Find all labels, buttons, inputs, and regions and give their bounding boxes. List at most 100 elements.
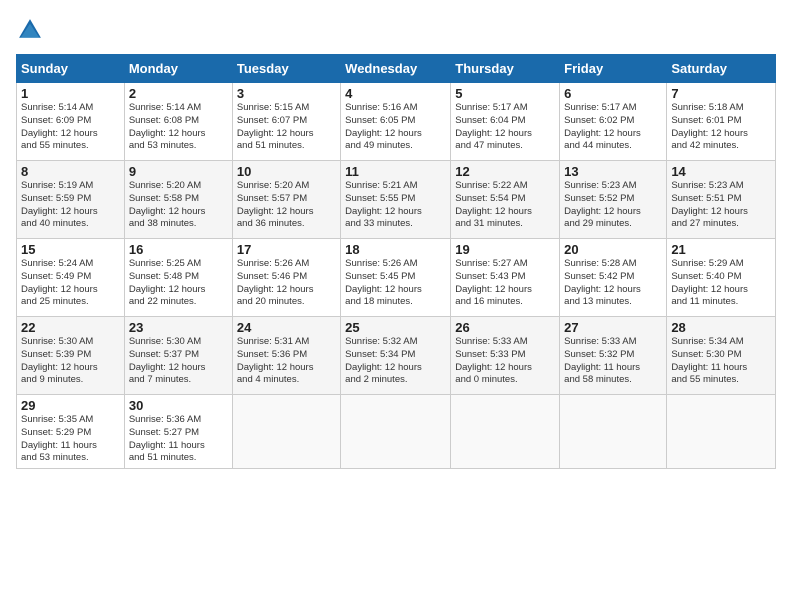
weekday-header-wednesday: Wednesday — [341, 55, 451, 83]
day-info: Sunrise: 5:28 AMSunset: 5:42 PMDaylight:… — [564, 258, 662, 309]
day-info: Sunrise: 5:23 AMSunset: 5:51 PMDaylight:… — [671, 180, 771, 231]
week-row-4: 22Sunrise: 5:30 AMSunset: 5:39 PMDayligh… — [17, 317, 776, 395]
week-row-2: 8Sunrise: 5:19 AMSunset: 5:59 PMDaylight… — [17, 161, 776, 239]
logo — [16, 16, 48, 44]
day-number: 3 — [237, 86, 336, 101]
day-number: 30 — [129, 398, 228, 413]
day-info: Sunrise: 5:31 AMSunset: 5:36 PMDaylight:… — [237, 336, 336, 387]
calendar-cell: 7Sunrise: 5:18 AMSunset: 6:01 PMDaylight… — [667, 83, 776, 161]
day-number: 17 — [237, 242, 336, 257]
day-number: 23 — [129, 320, 228, 335]
day-info: Sunrise: 5:35 AMSunset: 5:29 PMDaylight:… — [21, 414, 120, 465]
day-number: 12 — [455, 164, 555, 179]
calendar-cell: 16Sunrise: 5:25 AMSunset: 5:48 PMDayligh… — [124, 239, 232, 317]
day-number: 20 — [564, 242, 662, 257]
day-number: 7 — [671, 86, 771, 101]
weekday-header-saturday: Saturday — [667, 55, 776, 83]
day-info: Sunrise: 5:21 AMSunset: 5:55 PMDaylight:… — [345, 180, 446, 231]
main-container: SundayMondayTuesdayWednesdayThursdayFrid… — [0, 0, 792, 477]
day-number: 19 — [455, 242, 555, 257]
calendar-cell: 5Sunrise: 5:17 AMSunset: 6:04 PMDaylight… — [451, 83, 560, 161]
calendar-cell: 29Sunrise: 5:35 AMSunset: 5:29 PMDayligh… — [17, 395, 125, 469]
calendar-cell: 12Sunrise: 5:22 AMSunset: 5:54 PMDayligh… — [451, 161, 560, 239]
day-info: Sunrise: 5:32 AMSunset: 5:34 PMDaylight:… — [345, 336, 446, 387]
calendar-cell — [667, 395, 776, 469]
day-number: 26 — [455, 320, 555, 335]
day-number: 16 — [129, 242, 228, 257]
day-number: 4 — [345, 86, 446, 101]
day-info: Sunrise: 5:20 AMSunset: 5:57 PMDaylight:… — [237, 180, 336, 231]
day-number: 8 — [21, 164, 120, 179]
day-info: Sunrise: 5:30 AMSunset: 5:39 PMDaylight:… — [21, 336, 120, 387]
calendar-cell: 4Sunrise: 5:16 AMSunset: 6:05 PMDaylight… — [341, 83, 451, 161]
day-info: Sunrise: 5:14 AMSunset: 6:08 PMDaylight:… — [129, 102, 228, 153]
weekday-header-monday: Monday — [124, 55, 232, 83]
calendar-cell — [560, 395, 667, 469]
week-row-5: 29Sunrise: 5:35 AMSunset: 5:29 PMDayligh… — [17, 395, 776, 469]
calendar-cell: 21Sunrise: 5:29 AMSunset: 5:40 PMDayligh… — [667, 239, 776, 317]
day-number: 11 — [345, 164, 446, 179]
day-number: 28 — [671, 320, 771, 335]
calendar-cell — [451, 395, 560, 469]
weekday-header-friday: Friday — [560, 55, 667, 83]
day-number: 29 — [21, 398, 120, 413]
calendar-cell: 22Sunrise: 5:30 AMSunset: 5:39 PMDayligh… — [17, 317, 125, 395]
calendar-cell: 6Sunrise: 5:17 AMSunset: 6:02 PMDaylight… — [560, 83, 667, 161]
header-section — [16, 16, 776, 44]
day-info: Sunrise: 5:29 AMSunset: 5:40 PMDaylight:… — [671, 258, 771, 309]
day-info: Sunrise: 5:20 AMSunset: 5:58 PMDaylight:… — [129, 180, 228, 231]
calendar-cell: 28Sunrise: 5:34 AMSunset: 5:30 PMDayligh… — [667, 317, 776, 395]
calendar-cell: 13Sunrise: 5:23 AMSunset: 5:52 PMDayligh… — [560, 161, 667, 239]
day-number: 1 — [21, 86, 120, 101]
day-number: 6 — [564, 86, 662, 101]
calendar-cell: 10Sunrise: 5:20 AMSunset: 5:57 PMDayligh… — [232, 161, 340, 239]
day-info: Sunrise: 5:18 AMSunset: 6:01 PMDaylight:… — [671, 102, 771, 153]
day-info: Sunrise: 5:26 AMSunset: 5:45 PMDaylight:… — [345, 258, 446, 309]
day-number: 9 — [129, 164, 228, 179]
calendar-cell: 1Sunrise: 5:14 AMSunset: 6:09 PMDaylight… — [17, 83, 125, 161]
logo-icon — [16, 16, 44, 44]
calendar-cell: 15Sunrise: 5:24 AMSunset: 5:49 PMDayligh… — [17, 239, 125, 317]
day-number: 15 — [21, 242, 120, 257]
calendar-table: SundayMondayTuesdayWednesdayThursdayFrid… — [16, 54, 776, 469]
day-info: Sunrise: 5:33 AMSunset: 5:33 PMDaylight:… — [455, 336, 555, 387]
day-info: Sunrise: 5:25 AMSunset: 5:48 PMDaylight:… — [129, 258, 228, 309]
week-row-1: 1Sunrise: 5:14 AMSunset: 6:09 PMDaylight… — [17, 83, 776, 161]
day-info: Sunrise: 5:34 AMSunset: 5:30 PMDaylight:… — [671, 336, 771, 387]
calendar-cell: 8Sunrise: 5:19 AMSunset: 5:59 PMDaylight… — [17, 161, 125, 239]
day-number: 24 — [237, 320, 336, 335]
calendar-cell: 27Sunrise: 5:33 AMSunset: 5:32 PMDayligh… — [560, 317, 667, 395]
calendar-cell: 3Sunrise: 5:15 AMSunset: 6:07 PMDaylight… — [232, 83, 340, 161]
calendar-cell: 30Sunrise: 5:36 AMSunset: 5:27 PMDayligh… — [124, 395, 232, 469]
day-info: Sunrise: 5:30 AMSunset: 5:37 PMDaylight:… — [129, 336, 228, 387]
day-info: Sunrise: 5:22 AMSunset: 5:54 PMDaylight:… — [455, 180, 555, 231]
day-number: 22 — [21, 320, 120, 335]
day-info: Sunrise: 5:15 AMSunset: 6:07 PMDaylight:… — [237, 102, 336, 153]
calendar-cell: 11Sunrise: 5:21 AMSunset: 5:55 PMDayligh… — [341, 161, 451, 239]
calendar-cell: 18Sunrise: 5:26 AMSunset: 5:45 PMDayligh… — [341, 239, 451, 317]
calendar-cell: 25Sunrise: 5:32 AMSunset: 5:34 PMDayligh… — [341, 317, 451, 395]
week-row-3: 15Sunrise: 5:24 AMSunset: 5:49 PMDayligh… — [17, 239, 776, 317]
day-number: 18 — [345, 242, 446, 257]
day-number: 10 — [237, 164, 336, 179]
calendar-cell: 26Sunrise: 5:33 AMSunset: 5:33 PMDayligh… — [451, 317, 560, 395]
day-number: 21 — [671, 242, 771, 257]
calendar-cell: 2Sunrise: 5:14 AMSunset: 6:08 PMDaylight… — [124, 83, 232, 161]
day-number: 5 — [455, 86, 555, 101]
calendar-cell: 14Sunrise: 5:23 AMSunset: 5:51 PMDayligh… — [667, 161, 776, 239]
calendar-cell: 23Sunrise: 5:30 AMSunset: 5:37 PMDayligh… — [124, 317, 232, 395]
weekday-header-row: SundayMondayTuesdayWednesdayThursdayFrid… — [17, 55, 776, 83]
day-number: 14 — [671, 164, 771, 179]
day-info: Sunrise: 5:24 AMSunset: 5:49 PMDaylight:… — [21, 258, 120, 309]
calendar-cell: 24Sunrise: 5:31 AMSunset: 5:36 PMDayligh… — [232, 317, 340, 395]
day-info: Sunrise: 5:17 AMSunset: 6:02 PMDaylight:… — [564, 102, 662, 153]
day-info: Sunrise: 5:17 AMSunset: 6:04 PMDaylight:… — [455, 102, 555, 153]
calendar-cell: 19Sunrise: 5:27 AMSunset: 5:43 PMDayligh… — [451, 239, 560, 317]
day-number: 25 — [345, 320, 446, 335]
day-number: 13 — [564, 164, 662, 179]
weekday-header-sunday: Sunday — [17, 55, 125, 83]
day-number: 2 — [129, 86, 228, 101]
day-info: Sunrise: 5:23 AMSunset: 5:52 PMDaylight:… — [564, 180, 662, 231]
calendar-cell — [232, 395, 340, 469]
day-info: Sunrise: 5:26 AMSunset: 5:46 PMDaylight:… — [237, 258, 336, 309]
